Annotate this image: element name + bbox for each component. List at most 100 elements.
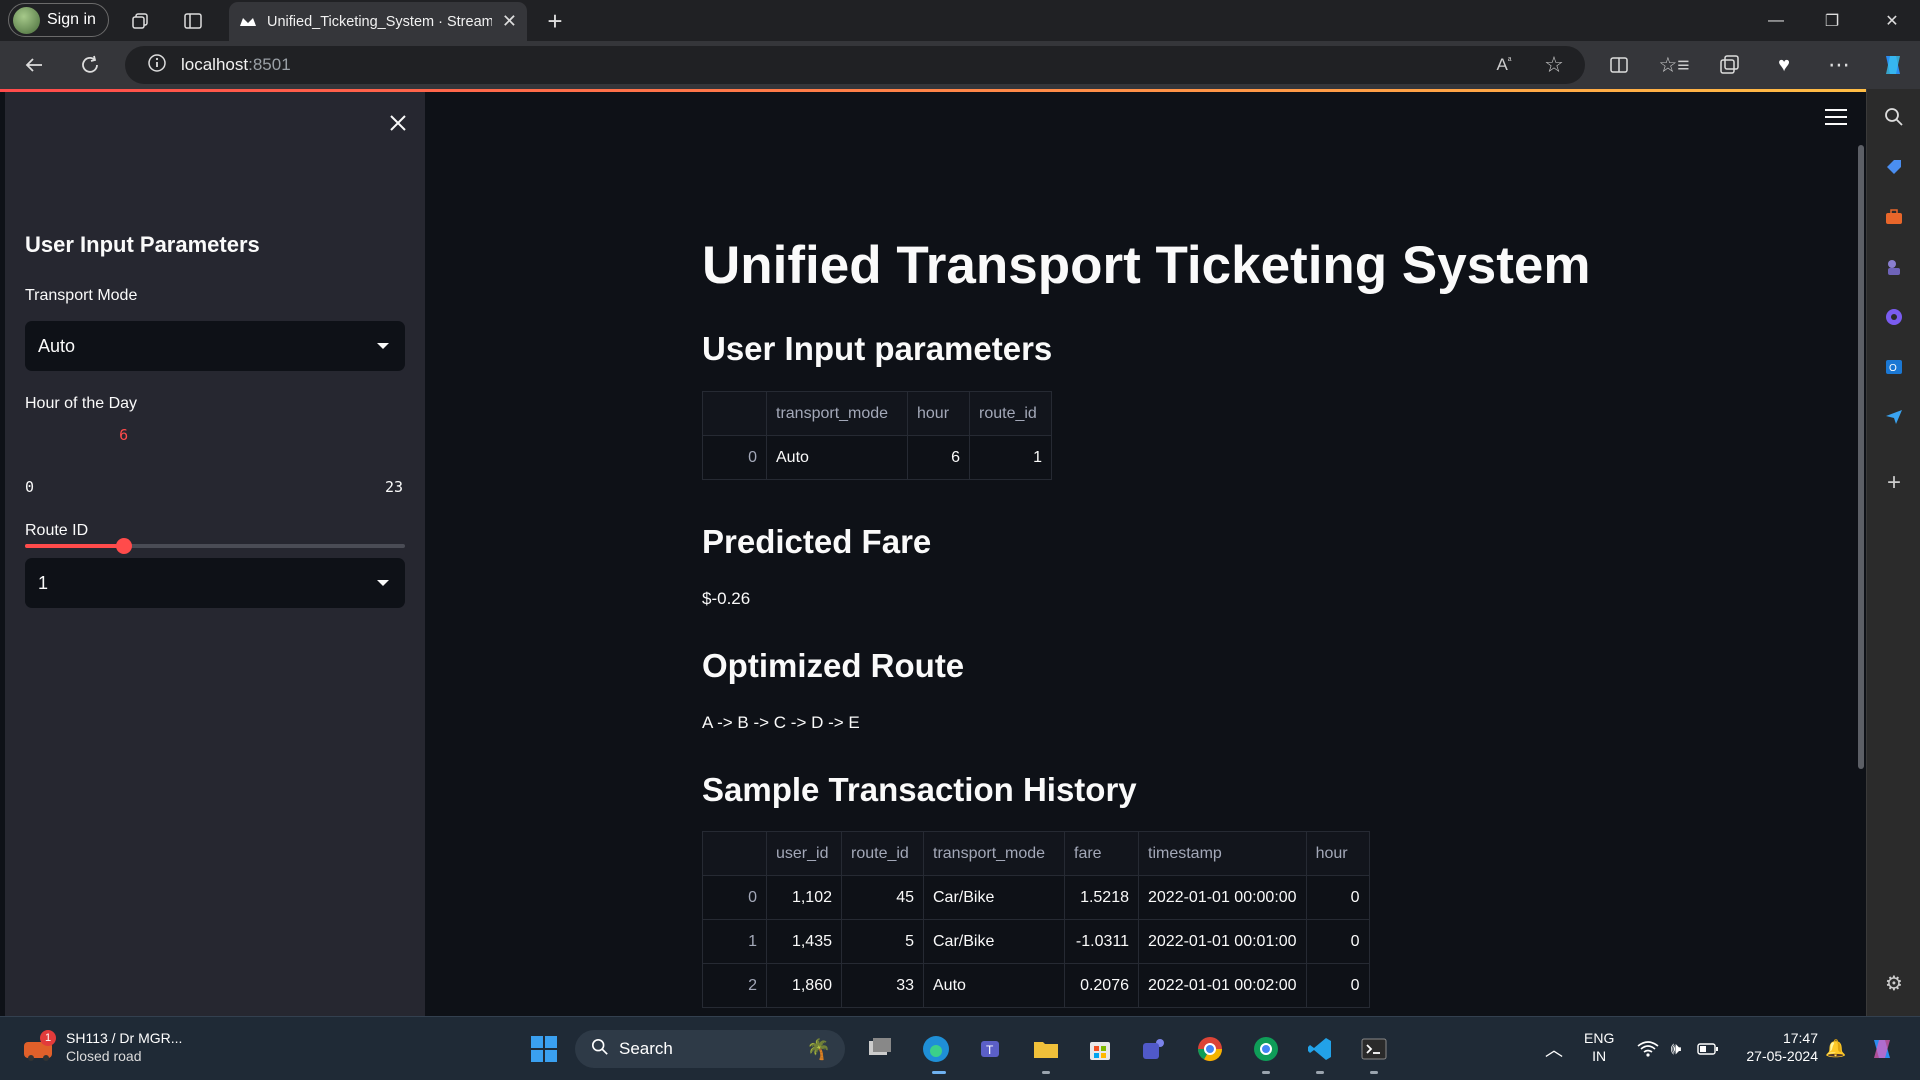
- table-cell: 45: [841, 875, 924, 920]
- weather-widget[interactable]: 1 SH113 / Dr MGR... Closed road: [22, 1029, 182, 1065]
- vscode-icon[interactable]: [1302, 1031, 1338, 1067]
- url-host: localhost: [181, 55, 249, 74]
- task-view-icon[interactable]: [862, 1031, 898, 1067]
- transport-mode-select[interactable]: Auto: [25, 321, 405, 371]
- copilot-taskbar-icon[interactable]: [1864, 1031, 1900, 1067]
- hour-slider-value: 6: [119, 426, 129, 444]
- new-tab-icon[interactable]: +: [540, 6, 570, 36]
- fare-value: $-0.26: [702, 589, 751, 608]
- read-aloud-icon[interactable]: Aᵃ: [1488, 49, 1520, 81]
- battery-icon[interactable]: [1690, 1031, 1726, 1067]
- browser-essentials-icon[interactable]: ♥: [1768, 49, 1800, 81]
- notification-bell-icon[interactable]: 🔔: [1818, 1031, 1854, 1067]
- history-table[interactable]: user_id route_id transport_mode fare tim…: [702, 831, 1370, 1008]
- favorite-star-icon[interactable]: ☆: [1538, 49, 1570, 81]
- back-icon[interactable]: [18, 49, 50, 81]
- collections-icon[interactable]: [1713, 49, 1745, 81]
- table-cell: 6: [907, 435, 970, 480]
- minimize-icon[interactable]: —: [1748, 0, 1804, 41]
- tools-icon[interactable]: [1880, 203, 1908, 231]
- edge-sidebar: O + ⚙: [1866, 89, 1920, 1016]
- weather-subtitle: Closed road: [66, 1048, 142, 1064]
- split-screen-icon[interactable]: [1603, 49, 1635, 81]
- language-indicator[interactable]: ENG IN: [1584, 1029, 1614, 1065]
- url-port: :8501: [248, 55, 291, 74]
- table-cell: 1: [969, 435, 1052, 480]
- chevron-up-icon[interactable]: ︿: [1536, 1031, 1572, 1067]
- params-table[interactable]: transport_mode hour route_id 0 Auto 6 1: [702, 391, 1052, 480]
- refresh-icon[interactable]: [74, 49, 106, 81]
- favorites-icon[interactable]: ☆≡: [1658, 49, 1690, 81]
- table-cell: 0: [1305, 875, 1370, 920]
- teams-icon[interactable]: T: [974, 1031, 1010, 1067]
- copilot-app-icon[interactable]: [1880, 303, 1908, 331]
- search-icon[interactable]: [1880, 103, 1908, 131]
- profile-signin-button[interactable]: Sign in: [8, 3, 109, 37]
- sidebar-close-icon[interactable]: [383, 108, 413, 138]
- site-info-icon[interactable]: [147, 53, 167, 78]
- settings-icon[interactable]: ⚙: [1880, 969, 1908, 997]
- fare-heading: Predicted Fare: [702, 523, 932, 560]
- add-icon[interactable]: +: [1880, 469, 1908, 497]
- window-close-icon[interactable]: ✕: [1864, 0, 1920, 41]
- teams-classic-icon[interactable]: [1136, 1031, 1172, 1067]
- shopping-tag-icon[interactable]: [1880, 153, 1908, 181]
- route-heading: Optimized Route: [702, 647, 965, 684]
- history-heading: Sample Transaction History: [702, 771, 1137, 808]
- route-id-select[interactable]: 1: [25, 558, 405, 608]
- params-col-index: [702, 391, 767, 436]
- profile-avatar: [13, 6, 40, 34]
- tab-close-icon[interactable]: ✕: [502, 11, 517, 32]
- history-table-header: user_id route_id transport_mode fare tim…: [702, 831, 1370, 876]
- page-scrollbar[interactable]: [1858, 145, 1864, 769]
- hour-slider[interactable]: [25, 538, 405, 554]
- restore-icon[interactable]: ❐: [1804, 0, 1860, 41]
- chrome-profile-icon[interactable]: [1248, 1031, 1284, 1067]
- file-explorer-icon[interactable]: [1028, 1031, 1064, 1067]
- active-tab[interactable]: Unified_Ticketing_System · Streamlit ✕: [229, 2, 527, 41]
- history-col-route-id: route_id: [841, 831, 924, 876]
- taskbar-search[interactable]: Search 🌴: [575, 1030, 845, 1068]
- table-row: 1 1,435 5 Car/Bike -1.0311 2022-01-01 00…: [702, 919, 1370, 964]
- table-cell: 2022-01-01 00:02:00: [1138, 963, 1307, 1008]
- edge-browser-icon[interactable]: [918, 1031, 954, 1067]
- page-title: Unified Transport Ticketing System: [702, 236, 1591, 295]
- table-cell: 1,860: [766, 963, 842, 1008]
- table-cell: Auto: [923, 963, 1065, 1008]
- copilot-icon[interactable]: [1877, 49, 1909, 81]
- history-col-index: [702, 831, 767, 876]
- windows-start-icon[interactable]: [526, 1031, 562, 1067]
- history-col-transport-mode: transport_mode: [923, 831, 1065, 876]
- url-bar[interactable]: localhost:8501: [125, 46, 1585, 84]
- table-cell: 2022-01-01 00:01:00: [1138, 919, 1307, 964]
- app-menu-icon[interactable]: [1825, 109, 1847, 127]
- hour-slider-fill: [25, 544, 125, 548]
- route-id-label: Route ID: [25, 522, 89, 539]
- weather-title: SH113 / Dr MGR...: [66, 1030, 183, 1046]
- volume-icon[interactable]: 🕪: [1658, 1031, 1694, 1067]
- history-col-fare: fare: [1064, 831, 1139, 876]
- tab-actions-icon[interactable]: [180, 8, 206, 34]
- terminal-icon[interactable]: [1356, 1031, 1392, 1067]
- params-col-hour: hour: [907, 391, 970, 436]
- clock[interactable]: 17:47 27-05-2024: [1736, 1029, 1818, 1065]
- app-indicator: [1316, 1071, 1324, 1074]
- history-col-user-id: user_id: [766, 831, 842, 876]
- games-icon[interactable]: [1880, 253, 1908, 281]
- store-icon[interactable]: [1082, 1031, 1118, 1067]
- hour-slider-thumb[interactable]: [116, 538, 133, 554]
- hour-slider-min: 0: [25, 478, 35, 496]
- table-cell: 0: [702, 435, 767, 480]
- app-indicator: [1370, 1071, 1378, 1074]
- more-menu-icon[interactable]: ⋯: [1823, 49, 1855, 81]
- table-cell: Car/Bike: [923, 919, 1065, 964]
- chrome-icon[interactable]: [1192, 1031, 1228, 1067]
- table-cell: 0.2076: [1064, 963, 1139, 1008]
- table-cell: 1: [702, 919, 767, 964]
- table-cell: 5: [841, 919, 924, 964]
- outlook-icon[interactable]: O: [1880, 353, 1908, 381]
- send-icon[interactable]: [1880, 403, 1908, 431]
- workspaces-icon[interactable]: [128, 8, 154, 34]
- table-cell: 1.5218: [1064, 875, 1139, 920]
- table-cell: 1,102: [766, 875, 842, 920]
